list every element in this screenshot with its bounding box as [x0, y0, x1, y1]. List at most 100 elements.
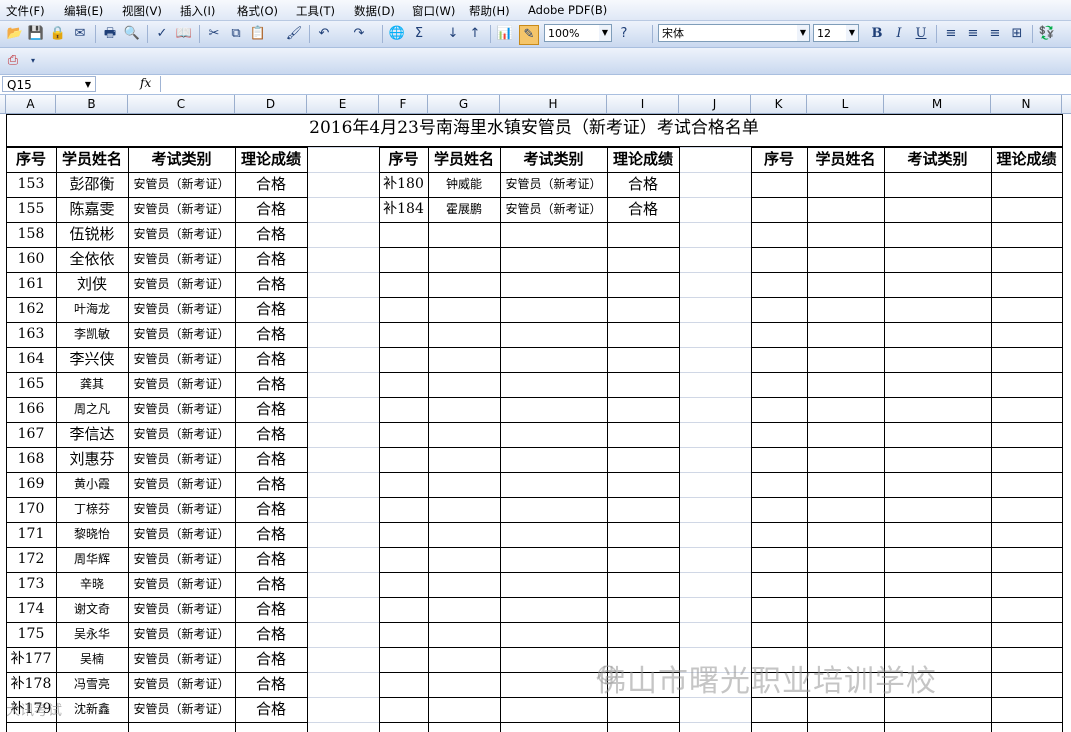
- table-cell-name[interactable]: 龚其: [56, 372, 128, 397]
- permission-icon[interactable]: 🔒: [49, 25, 67, 43]
- table-cell-no[interactable]: 162: [6, 297, 56, 322]
- menu-item-3[interactable]: 插入(I): [180, 3, 215, 19]
- table-cell-category[interactable]: 安管员（新考证）: [500, 197, 607, 222]
- table-cell-name[interactable]: 李凯敏: [56, 322, 128, 347]
- table-cell-category[interactable]: 安管员（新考证）: [128, 247, 235, 272]
- menu-item-0[interactable]: 文件(F): [6, 3, 45, 19]
- table-cell-no[interactable]: 168: [6, 447, 56, 472]
- currency-icon[interactable]: 💱: [1038, 25, 1056, 43]
- menu-item-5[interactable]: 工具(T): [296, 3, 335, 19]
- autosum-icon[interactable]: Σ: [410, 25, 428, 43]
- table-cell-no[interactable]: 补184: [379, 197, 428, 222]
- table-cell-result[interactable]: 合格: [235, 697, 307, 722]
- toolbar-options-icon[interactable]: ▾: [24, 52, 42, 70]
- table-cell-result[interactable]: 合格: [235, 497, 307, 522]
- menu-item-1[interactable]: 编辑(E): [64, 3, 103, 19]
- table-cell-result[interactable]: 合格: [235, 547, 307, 572]
- align-right-icon[interactable]: ≡: [986, 25, 1004, 43]
- paste-icon[interactable]: 📋: [249, 25, 267, 43]
- header-cell[interactable]: 理论成绩: [607, 147, 679, 172]
- table-cell-category[interactable]: 安管员（新考证）: [128, 222, 235, 247]
- table-cell-category[interactable]: 安管员（新考证）: [128, 597, 235, 622]
- table-cell-result[interactable]: 合格: [235, 622, 307, 647]
- table-cell-category[interactable]: 安管员（新考证）: [128, 472, 235, 497]
- header-cell[interactable]: 序号: [379, 147, 428, 172]
- table-cell-no[interactable]: 补180: [379, 172, 428, 197]
- table-cell-name[interactable]: 丁榇芬: [56, 497, 128, 522]
- help-icon[interactable]: ?: [615, 25, 633, 43]
- header-cell[interactable]: 学员姓名: [428, 147, 500, 172]
- menu-item-2[interactable]: 视图(V): [122, 3, 162, 19]
- print-icon[interactable]: 🖶: [101, 25, 119, 43]
- spelling-icon[interactable]: ✓: [153, 25, 171, 43]
- table-cell-category[interactable]: 安管员（新考证）: [500, 172, 607, 197]
- format-painter-icon[interactable]: 🖌: [285, 25, 303, 43]
- table-cell-name[interactable]: 刘侠: [56, 272, 128, 297]
- header-cell[interactable]: 理论成绩: [991, 147, 1062, 172]
- table-cell-name[interactable]: 吴楠: [56, 647, 128, 672]
- sort-ascending-icon[interactable]: ↓: [444, 25, 462, 43]
- table-cell-no[interactable]: 167: [6, 422, 56, 447]
- sort-descending-icon[interactable]: ↑: [466, 25, 484, 43]
- table-cell-no[interactable]: 160: [6, 247, 56, 272]
- drawing-icon[interactable]: ✎: [519, 25, 539, 45]
- table-cell-name[interactable]: 李兴侠: [56, 347, 128, 372]
- table-cell-no[interactable]: 169: [6, 472, 56, 497]
- cut-icon[interactable]: ✂: [205, 25, 223, 43]
- table-cell-result[interactable]: 合格: [235, 672, 307, 697]
- table-cell-result[interactable]: 合格: [235, 472, 307, 497]
- table-cell-result[interactable]: 合格: [235, 322, 307, 347]
- table-cell-result[interactable]: 合格: [235, 522, 307, 547]
- table-cell-name[interactable]: 周之凡: [56, 397, 128, 422]
- table-cell-no[interactable]: 172: [6, 547, 56, 572]
- table-cell-no[interactable]: 165: [6, 372, 56, 397]
- table-cell-no[interactable]: 161: [6, 272, 56, 297]
- table-cell-category[interactable]: 安管员（新考证）: [128, 497, 235, 522]
- hyperlink-icon[interactable]: 🌐: [388, 25, 406, 43]
- merge-center-icon[interactable]: ⊞: [1008, 25, 1026, 43]
- table-cell-result[interactable]: 合格: [607, 197, 679, 222]
- table-cell-category[interactable]: 安管员（新考证）: [128, 647, 235, 672]
- table-cell-category[interactable]: 安管员（新考证）: [128, 547, 235, 572]
- bold-icon[interactable]: B: [868, 25, 886, 43]
- header-cell[interactable]: 学员姓名: [807, 147, 884, 172]
- menu-item-9[interactable]: Adobe PDF(B): [528, 3, 607, 17]
- menu-item-8[interactable]: 帮助(H): [469, 3, 510, 19]
- table-cell-name[interactable]: 沈新鑫: [56, 697, 128, 722]
- table-cell-no[interactable]: 164: [6, 347, 56, 372]
- font-select[interactable]: 宋体 ▼: [658, 24, 810, 42]
- table-cell-no[interactable]: 171: [6, 522, 56, 547]
- table-cell-result[interactable]: 合格: [235, 572, 307, 597]
- save-icon[interactable]: 💾: [27, 25, 45, 43]
- formula-input[interactable]: [160, 76, 1069, 92]
- table-cell-category[interactable]: 安管员（新考证）: [128, 572, 235, 597]
- table-cell-name[interactable]: 钟威能: [428, 172, 500, 197]
- table-cell-result[interactable]: 合格: [235, 297, 307, 322]
- name-box[interactable]: Q15 ▼: [2, 76, 96, 92]
- table-cell-name[interactable]: 彭邵衡: [56, 172, 128, 197]
- table-cell-name[interactable]: 黄小霞: [56, 472, 128, 497]
- print-preview-icon[interactable]: 🔍: [123, 25, 141, 43]
- menu-item-7[interactable]: 窗口(W): [412, 3, 455, 19]
- table-cell-name[interactable]: 全依依: [56, 247, 128, 272]
- table-cell-no[interactable]: 166: [6, 397, 56, 422]
- table-cell-name[interactable]: 陈嘉雯: [56, 197, 128, 222]
- table-cell-category[interactable]: 安管员（新考证）: [128, 447, 235, 472]
- open-icon[interactable]: 📂: [6, 25, 24, 43]
- pdf-icon[interactable]: ⎙: [4, 52, 22, 70]
- table-cell-category[interactable]: 安管员（新考证）: [128, 622, 235, 647]
- table-cell-result[interactable]: 合格: [235, 397, 307, 422]
- menu-item-6[interactable]: 数据(D): [354, 3, 395, 19]
- undo-icon[interactable]: ↶: [315, 25, 333, 43]
- table-cell-result[interactable]: 合格: [235, 347, 307, 372]
- table-cell-no[interactable]: 170: [6, 497, 56, 522]
- table-cell-no[interactable]: 155: [6, 197, 56, 222]
- table-cell-category[interactable]: 安管员（新考证）: [128, 397, 235, 422]
- header-cell[interactable]: 序号: [751, 147, 807, 172]
- table-cell-result[interactable]: 合格: [235, 447, 307, 472]
- table-cell-category[interactable]: 安管员（新考证）: [128, 347, 235, 372]
- table-cell-category[interactable]: 安管员（新考证）: [128, 172, 235, 197]
- table-cell-result[interactable]: 合格: [235, 247, 307, 272]
- menu-item-4[interactable]: 格式(O): [237, 3, 278, 19]
- table-cell-category[interactable]: 安管员（新考证）: [128, 197, 235, 222]
